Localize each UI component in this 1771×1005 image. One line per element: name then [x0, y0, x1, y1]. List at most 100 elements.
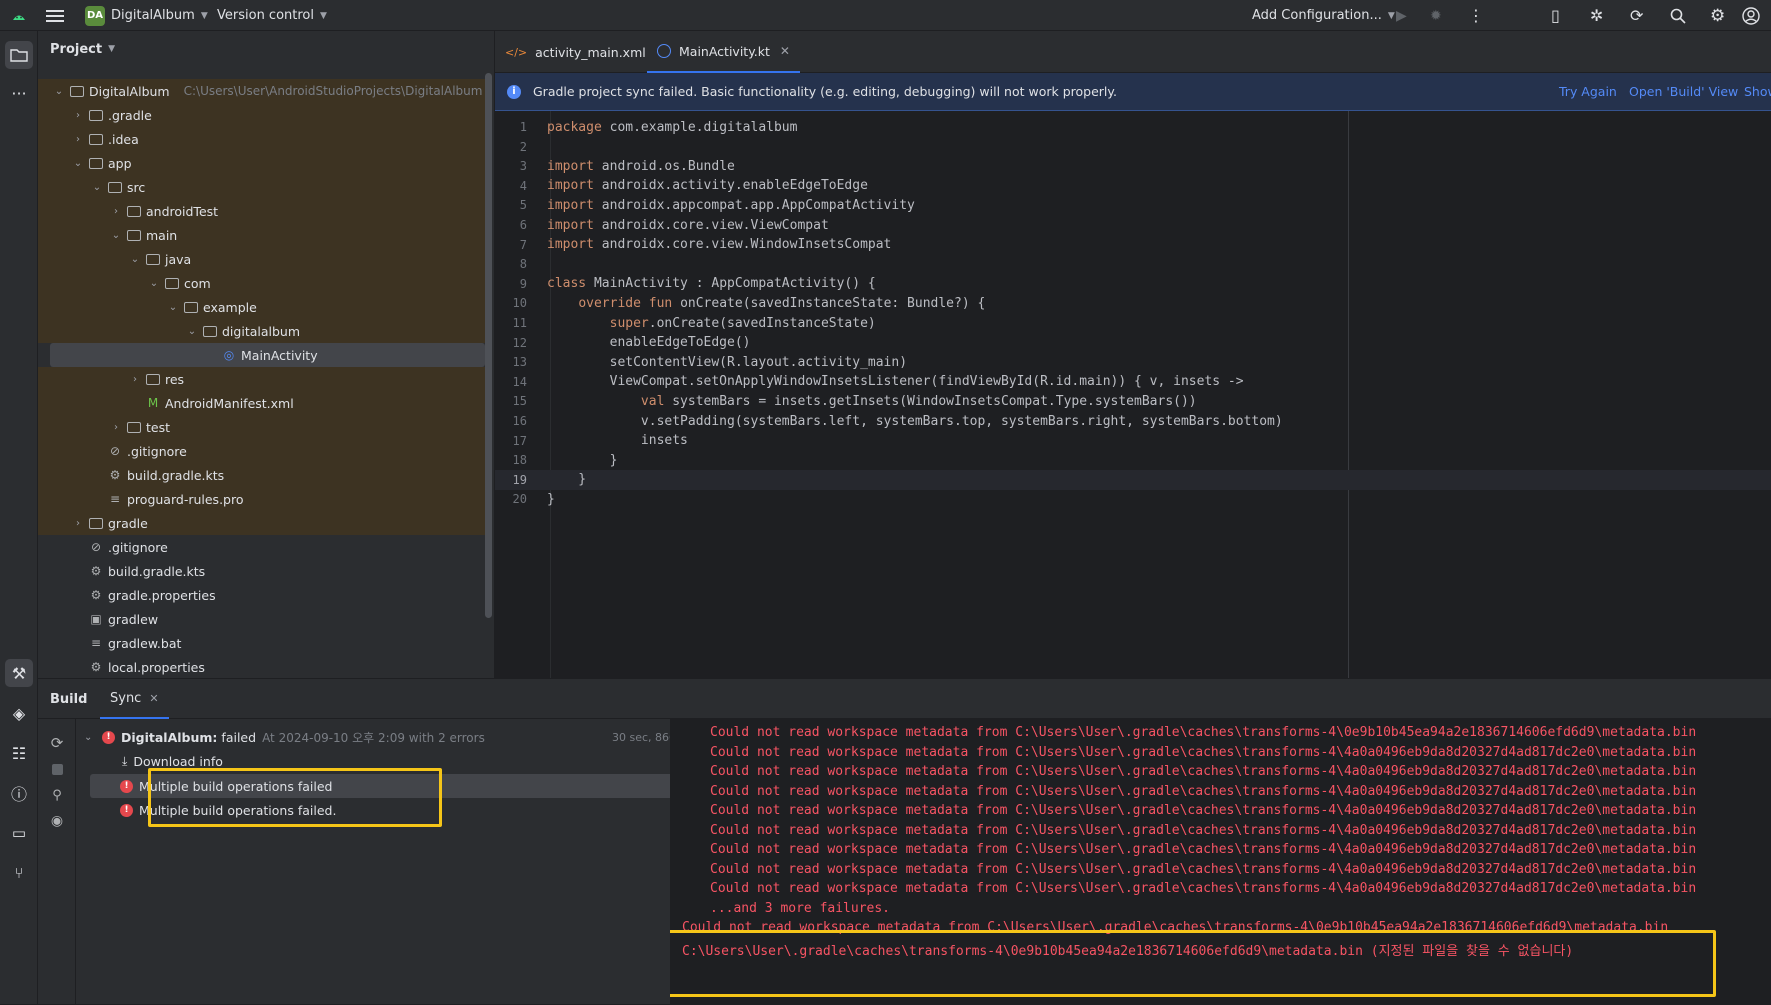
tree-item[interactable]: ⌄ app — [38, 151, 485, 175]
tree-item[interactable]: M AndroidManifest.xml — [38, 391, 485, 415]
code-line[interactable]: 10 override fun onCreate(savedInstanceSt… — [495, 293, 1771, 313]
device-manager-button[interactable]: ▯ — [1551, 0, 1560, 31]
build-root-row[interactable]: ⌄ ! DigitalAlbum: failed At 2024-09-10 오… — [84, 725, 704, 749]
tree-item-label: androidTest — [146, 203, 219, 219]
version-control-menu[interactable]: Version control ▼ — [217, 0, 327, 31]
code-line[interactable]: 9 class MainActivity : AppCompatActivity(… — [495, 274, 1771, 294]
run-configuration-selector[interactable]: Add Configuration... ▼ — [1252, 0, 1395, 31]
line-number: 10 — [512, 296, 527, 311]
git-branch-icon: ⑂ — [14, 864, 24, 882]
tree-item[interactable]: ◎ MainActivity — [50, 343, 485, 367]
tree-item[interactable]: ⚙ gradle.properties — [38, 583, 485, 607]
tree-item[interactable]: › .idea — [38, 127, 485, 151]
build-tool-button[interactable]: ⚒ — [5, 659, 33, 687]
project-view-selector[interactable]: Project ▼ — [50, 31, 115, 67]
try-again-link[interactable]: Try Again — [1559, 84, 1617, 99]
tree-item[interactable]: › .gradle — [38, 103, 485, 127]
filter-view-button[interactable]: ◉ — [47, 811, 67, 831]
account-button[interactable] — [1742, 0, 1760, 31]
code-line[interactable]: 13 setContentView(R.layout.activity_main… — [495, 352, 1771, 372]
show-log-link[interactable]: Show — [1744, 84, 1771, 99]
chevron-right-icon: › — [76, 517, 80, 529]
tree-item[interactable]: ▣ gradlew — [38, 607, 485, 631]
project-switcher[interactable]: DA DigitalAlbum ▼ — [85, 0, 208, 31]
pin-button[interactable]: ⚲ — [47, 785, 67, 805]
tree-item[interactable]: ⚙ build.gradle.kts — [38, 463, 485, 487]
rerun-button[interactable]: ⟳ — [47, 733, 67, 753]
code-line[interactable]: 6 import androidx.core.view.ViewCompat — [495, 215, 1771, 235]
code-line[interactable]: 12 enableEdgeToEdge() — [495, 333, 1771, 353]
tree-item[interactable]: ⚙ build.gradle.kts — [38, 559, 485, 583]
tree-item-label: gradle — [108, 515, 148, 531]
tree-item[interactable]: ≡ gradlew.bat — [38, 631, 485, 655]
debug-button[interactable]: ✹ — [1430, 0, 1442, 31]
close-icon[interactable]: ✕ — [149, 692, 158, 705]
build-console[interactable]: Could not read workspace metadata from C… — [670, 719, 1771, 1005]
project-scrollbar[interactable] — [485, 73, 492, 618]
tree-item[interactable]: › res — [38, 367, 485, 391]
error-icon: ! — [120, 803, 133, 817]
code-line[interactable]: 17 insets — [495, 431, 1771, 451]
main-menu-button[interactable] — [46, 0, 64, 31]
problems-icon: ⓘ — [10, 785, 27, 804]
tree-item[interactable]: ⌄ java — [38, 247, 485, 271]
line-number: 6 — [519, 218, 527, 232]
tree-item[interactable]: ⊘ .gitignore — [38, 535, 485, 559]
code-line[interactable]: 8 — [495, 254, 1771, 274]
problems-tool-button[interactable]: ⓘ — [5, 779, 33, 807]
code-line[interactable]: 4 import androidx.activity.enableEdgeToEd… — [495, 176, 1771, 196]
line-number: 7 — [519, 237, 527, 252]
code-line[interactable]: 2 — [495, 137, 1771, 157]
more-tools-button[interactable]: ··· — [5, 79, 33, 107]
tree-item[interactable]: ⌄ com — [38, 271, 485, 295]
code-line[interactable]: 3 import android.os.Bundle — [495, 156, 1771, 176]
tree-root-item[interactable]: ⌄ DigitalAlbum C:\Users\User\AndroidStud… — [38, 79, 485, 103]
open-build-view-link[interactable]: Open 'Build' View — [1629, 84, 1738, 99]
info-icon: i — [507, 84, 521, 99]
gemini-tool-button[interactable]: ◈ — [5, 699, 33, 727]
code-line[interactable]: 20} — [495, 489, 1771, 509]
app-inspection-button[interactable]: ✲ — [1590, 0, 1603, 31]
code-line[interactable]: 7 import androidx.core.view.WindowInsetsC… — [495, 235, 1771, 255]
tree-item[interactable]: ⌄ digitalalbum — [38, 319, 485, 343]
code-line[interactable]: 1 package com.example.digitalalbum — [495, 117, 1771, 137]
project-avatar: DA — [85, 5, 105, 26]
logcat-tool-button[interactable]: ☷ — [5, 739, 33, 767]
tab-sync[interactable]: Sync ✕ — [100, 679, 169, 719]
sync-gradle-button[interactable]: ⟳ — [1630, 0, 1643, 31]
code-text: enableEdgeToEdge() — [547, 335, 751, 351]
tree-item[interactable]: › androidTest — [38, 199, 485, 223]
folder-icon — [89, 157, 103, 169]
terminal-tool-button[interactable]: ▭ — [5, 819, 33, 847]
tree-item[interactable]: ⌄ example — [38, 295, 485, 319]
project-tool-button[interactable] — [5, 41, 33, 69]
code-line[interactable]: 5 import androidx.appcompat.app.AppCompat… — [495, 195, 1771, 215]
search-everywhere-button[interactable] — [1670, 0, 1686, 31]
tree-item-label: gradle.properties — [108, 587, 216, 603]
tree-item[interactable]: › test — [38, 415, 485, 439]
run-button[interactable]: ▶ — [1396, 0, 1407, 31]
tab-activity-main-xml[interactable]: </> activity_main.xml — [505, 31, 646, 73]
tree-item[interactable]: › gradle — [38, 511, 485, 535]
code-line[interactable]: 15 val systemBars = insets.getInsets(Win… — [495, 391, 1771, 411]
run-configuration-label: Add Configuration... — [1252, 8, 1382, 23]
tree-item[interactable]: ⚙ local.properties — [38, 655, 485, 679]
stop-button[interactable] — [47, 759, 67, 779]
chevron-down-icon: ⌄ — [130, 253, 140, 265]
code-line[interactable]: 19 } — [495, 469, 1771, 490]
tree-item[interactable]: ⊘ .gitignore — [38, 439, 485, 463]
close-icon[interactable]: ✕ — [780, 44, 790, 58]
more-actions-button[interactable]: ⋮ — [1468, 0, 1484, 31]
tree-item-label: build.gradle.kts — [108, 563, 206, 579]
code-line[interactable]: 16 v.setPadding(systemBars.left, systemB… — [495, 411, 1771, 431]
tree-item[interactable]: ⌄ src — [38, 175, 485, 199]
tree-item[interactable]: ≡ proguard-rules.pro — [38, 487, 485, 511]
tree-item[interactable]: ⌄ main — [38, 223, 485, 247]
git-tool-button[interactable]: ⑂ — [5, 859, 33, 887]
code-line[interactable]: 18 } — [495, 450, 1771, 470]
code-line[interactable]: 14 ViewCompat.setOnApplyWindowInsetsList… — [495, 372, 1771, 392]
settings-button[interactable]: ⚙ — [1710, 0, 1725, 31]
tree-item-label: MainActivity — [241, 347, 318, 363]
tab-mainactivity-kt[interactable]: MainActivity.kt ✕ — [647, 31, 800, 73]
code-line[interactable]: 11 super.onCreate(savedInstanceState) — [495, 313, 1771, 333]
